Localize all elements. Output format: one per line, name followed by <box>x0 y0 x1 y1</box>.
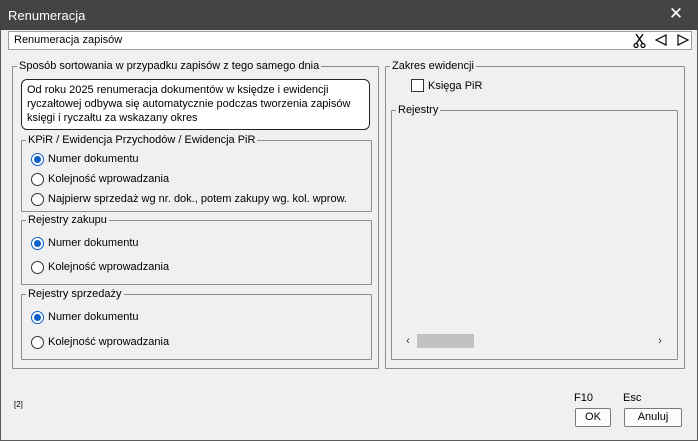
radio-empty-icon <box>31 335 44 349</box>
scroll-left-icon[interactable]: ‹ <box>400 333 416 349</box>
purchase-registers-legend: Rejestry zakupu <box>28 214 107 226</box>
close-icon[interactable]: ✕ <box>668 4 684 24</box>
sorting-legend: Sposób sortowania w przypadku zapisów z … <box>19 60 320 72</box>
scissors-icon[interactable] <box>631 32 647 49</box>
previous-icon[interactable] <box>653 32 669 49</box>
ok-button[interactable]: OK <box>575 408 611 427</box>
next-icon[interactable] <box>675 32 691 49</box>
checkbox-empty-icon <box>411 79 424 92</box>
kpir-option-entry-order[interactable]: Kolejność wprowadzania <box>31 171 169 187</box>
radio-empty-icon <box>31 172 44 186</box>
title-bar: Renumeracja ✕ <box>0 0 698 30</box>
window-title: Renumeracja <box>8 8 86 23</box>
renumbering-note: Od roku 2025 renumeracja dokumentów w ks… <box>21 79 370 130</box>
sales-registers-legend: Rejestry sprzedaży <box>28 288 122 300</box>
kpir-option-document-number[interactable]: Numer dokumentu <box>31 151 139 167</box>
kpir-legend: KPiR / Ewidencja Przychodów / Ewidencja … <box>28 134 256 146</box>
radio-selected-icon <box>31 152 44 166</box>
cancel-button[interactable]: Anuluj <box>624 408 682 427</box>
radio-empty-icon <box>31 260 44 274</box>
cancel-shortcut-hint: Esc <box>623 392 642 404</box>
sales-option-document-number[interactable]: Numer dokumentu <box>31 309 139 325</box>
radio-selected-icon <box>31 236 44 250</box>
page-tag: [2] <box>14 400 23 409</box>
registers-group: Rejestry <box>391 104 678 360</box>
ok-shortcut-hint: F10 <box>574 392 593 404</box>
scroll-right-icon[interactable]: › <box>652 333 668 349</box>
purchase-option-document-number[interactable]: Numer dokumentu <box>31 235 139 251</box>
registers-horizontal-scrollbar[interactable]: ‹ › <box>400 333 668 349</box>
sales-option-entry-order[interactable]: Kolejność wprowadzania <box>31 334 169 350</box>
scope-legend: Zakres ewidencji <box>392 60 474 72</box>
radio-empty-icon <box>31 192 44 206</box>
registers-legend: Rejestry <box>398 104 439 116</box>
scroll-thumb[interactable] <box>417 334 474 348</box>
ksiega-pir-checkbox[interactable]: Księga PiR <box>411 79 482 92</box>
radio-selected-icon <box>31 310 44 324</box>
subheader-bar: Renumeracja zapisów <box>8 31 692 50</box>
subheader-label: Renumeracja zapisów <box>14 34 123 46</box>
kpir-option-sales-then-purchases[interactable]: Najpierw sprzedaż wg nr. dok., potem zak… <box>31 191 347 207</box>
purchase-option-entry-order[interactable]: Kolejność wprowadzania <box>31 259 169 275</box>
